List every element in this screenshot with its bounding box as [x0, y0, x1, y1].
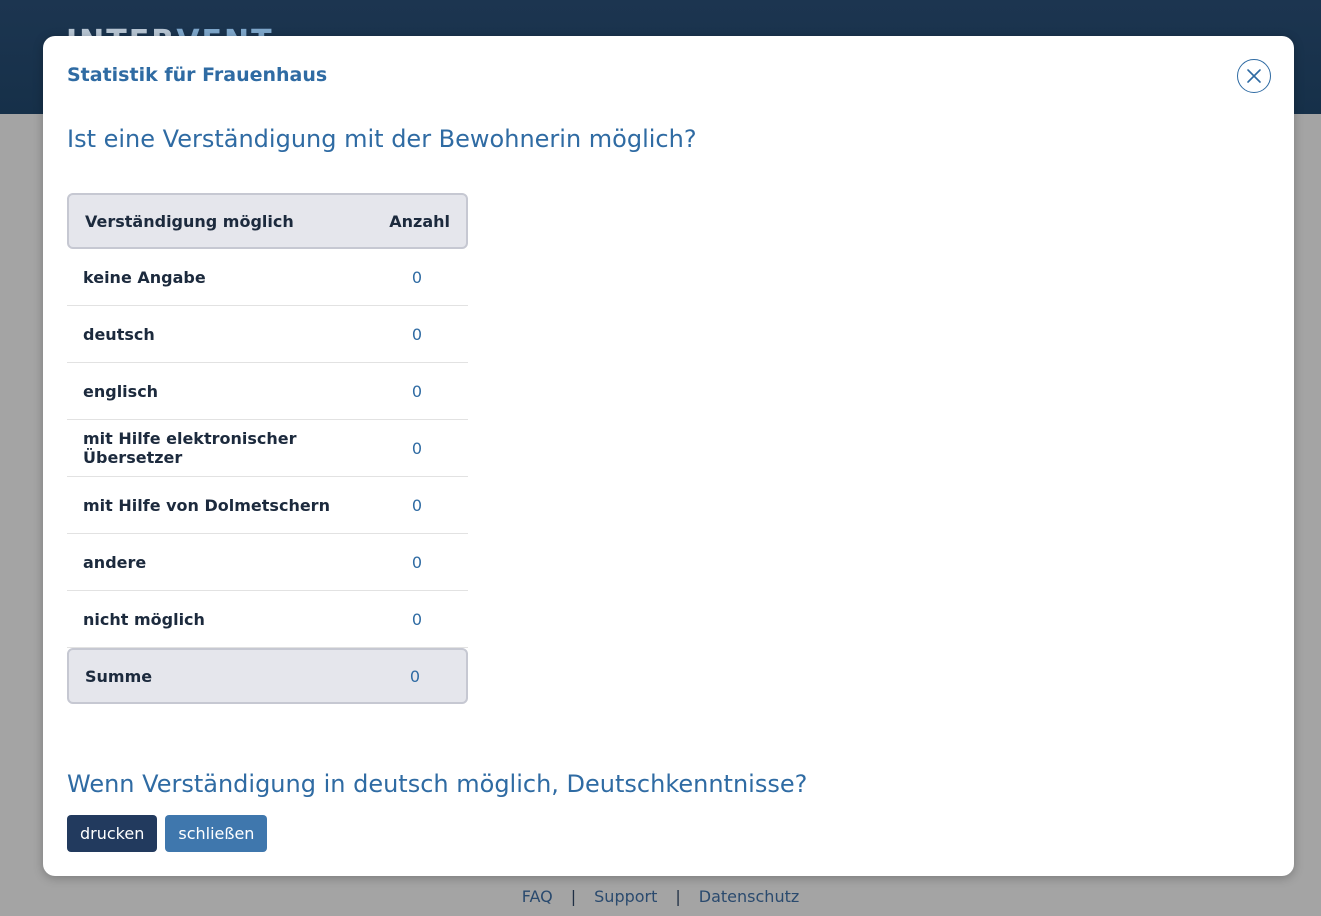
table-row: mit Hilfe elektronischer Übersetzer 0 [67, 420, 468, 477]
page-footer: FAQ | Support | Datenschutz [0, 876, 1321, 916]
footer-separator: | [570, 886, 577, 906]
row-count: 0 [411, 495, 423, 515]
modal-footer: drucken schließen [67, 815, 268, 852]
footer-link-faq[interactable]: FAQ [522, 887, 553, 906]
table-row: mit Hilfe von Dolmetschern 0 [67, 477, 468, 534]
row-label: andere [83, 552, 147, 572]
close-dialog-button[interactable]: schließen [165, 815, 268, 852]
row-count: 0 [411, 381, 423, 401]
row-label: englisch [83, 381, 159, 401]
row-count: 0 [411, 438, 423, 458]
table-sum-row: Summe 0 [67, 648, 468, 704]
row-count: 0 [411, 609, 423, 629]
modal-title: Statistik für Frauenhaus [67, 64, 328, 86]
modal-body[interactable]: Ist eine Verständigung mit der Bewohneri… [43, 106, 1294, 799]
table-row: deutsch 0 [67, 306, 468, 363]
table-row: keine Angabe 0 [67, 249, 468, 306]
close-button[interactable] [1237, 59, 1271, 93]
footer-link-datenschutz[interactable]: Datenschutz [699, 887, 799, 906]
sum-count: 0 [409, 666, 421, 686]
footer-link-support[interactable]: Support [594, 887, 657, 906]
row-label: mit Hilfe von Dolmetschern [83, 495, 330, 515]
section-heading: Ist eine Verständigung mit der Bewohneri… [67, 125, 697, 153]
row-label: mit Hilfe elektronischer Übersetzer [83, 429, 297, 467]
row-label: deutsch [83, 324, 155, 344]
table-row: andere 0 [67, 534, 468, 591]
table-header-row: Verständigung möglich Anzahl [67, 193, 468, 249]
footer-separator: | [675, 886, 681, 906]
table-row: nicht möglich 0 [67, 591, 468, 648]
column-header-label: Verständigung möglich [85, 211, 294, 231]
section-heading: Wenn Verständigung in deutsch möglich, D… [67, 770, 808, 798]
statistics-modal: Statistik für Frauenhaus Ist eine Verstä… [43, 36, 1294, 876]
row-count: 0 [411, 552, 423, 572]
sum-label: Summe [85, 666, 153, 686]
row-count: 0 [411, 267, 423, 287]
row-label: nicht möglich [83, 609, 205, 629]
row-label: keine Angabe [83, 267, 206, 287]
column-header-count: Anzahl [389, 211, 450, 231]
close-icon [1247, 69, 1261, 83]
print-button[interactable]: drucken [67, 815, 158, 852]
row-count: 0 [411, 324, 423, 344]
statistics-table: Verständigung möglich Anzahl keine Angab… [67, 193, 468, 704]
table-row: englisch 0 [67, 363, 468, 420]
